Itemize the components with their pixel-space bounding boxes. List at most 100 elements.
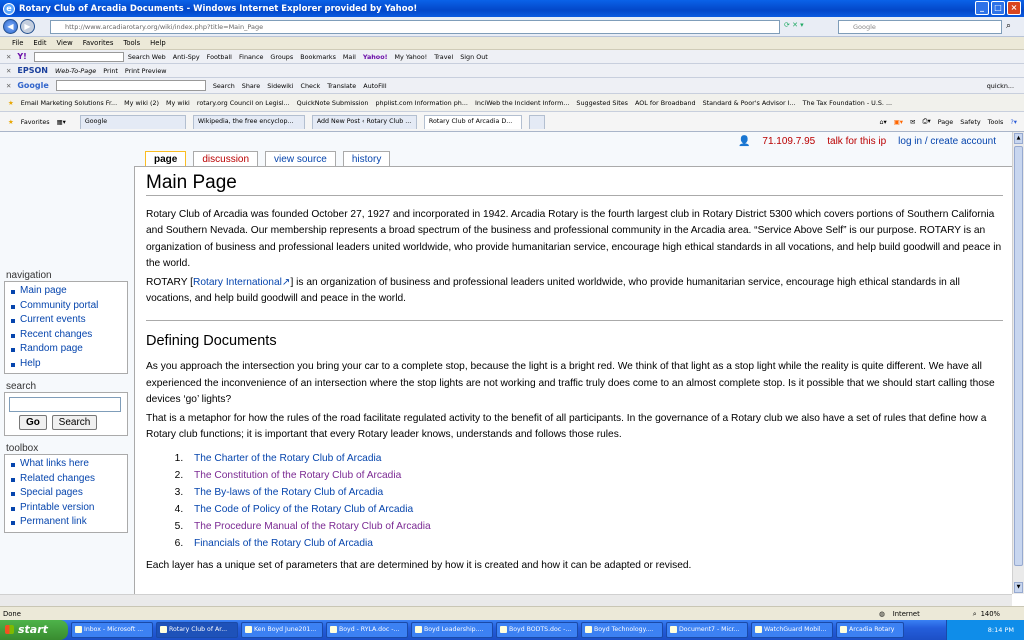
go-button[interactable]: Go <box>19 415 47 430</box>
toolbar-close-icon[interactable]: ✕ <box>6 67 11 75</box>
tab-add-new-post[interactable]: Add New Post ‹ Rotary Club ... <box>311 114 417 129</box>
nav-random-page[interactable]: Random page <box>9 342 123 357</box>
google-check-button[interactable]: Check <box>301 82 321 90</box>
feeds-icon[interactable]: ▣▾ <box>894 118 903 126</box>
search-field[interactable]: Google <box>838 20 1002 34</box>
close-button[interactable]: × <box>1007 1 1021 15</box>
taskbar-item[interactable]: Arcadia Rotary <box>836 622 904 638</box>
toolbar-travel[interactable]: Travel <box>434 53 453 61</box>
home-icon[interactable]: ⌂▾ <box>880 118 887 126</box>
talk-link[interactable]: talk for this ip <box>827 136 886 147</box>
taskbar-item[interactable]: Ken Boyd June201... <box>241 622 323 638</box>
zoom-level[interactable]: 140% <box>981 608 1000 620</box>
link-item[interactable]: InciWeb the Incident Inform... <box>475 99 569 107</box>
toolbox-permanent-link[interactable]: Permanent link <box>9 515 123 530</box>
start-button[interactable]: start <box>0 620 68 640</box>
link-item[interactable]: QuickNote Submission <box>297 99 369 107</box>
toolbar-bookmarks[interactable]: Bookmarks <box>300 53 336 61</box>
favorites-button[interactable]: Favorites <box>21 118 50 126</box>
taskbar-item[interactable]: Inbox - Microsoft ... <box>71 622 153 638</box>
doc-link-financials[interactable]: Financials of the Rotary Club of Arcadia <box>194 538 373 549</box>
toolbox-printable-version[interactable]: Printable version <box>9 501 123 516</box>
toolbar-finance[interactable]: Finance <box>239 53 263 61</box>
link-item[interactable]: Email Marketing Solutions Fr... <box>21 99 117 107</box>
cmd-safety[interactable]: Safety <box>960 118 980 126</box>
search-button[interactable]: Search <box>51 415 98 430</box>
tab-rotary-active[interactable]: Rotary Club of Arcadia D... <box>423 114 522 129</box>
quick-tabs-icon[interactable]: ▦▾ <box>57 118 66 126</box>
taskbar-item[interactable]: Document7 - Micr... <box>666 622 748 638</box>
tab-google[interactable]: Google <box>79 114 186 129</box>
web-to-page-button[interactable]: Web-To-Page <box>55 67 96 75</box>
login-link[interactable]: log in / create account <box>898 136 996 147</box>
print-icon[interactable]: ⎙▾ <box>922 117 930 126</box>
google-share-button[interactable]: Share <box>242 82 260 90</box>
toolbox-special-pages[interactable]: Special pages <box>9 486 123 501</box>
taskbar-item[interactable]: Boyd Technology.... <box>581 622 663 638</box>
menu-view[interactable]: View <box>57 39 73 47</box>
taskbar-item[interactable]: Boyd Leadership.... <box>411 622 493 638</box>
taskbar-item-active[interactable]: Rotary Club of Ar... <box>156 622 238 638</box>
google-autofill-button[interactable]: AutoFill <box>363 82 386 90</box>
toolbar-sign-out[interactable]: Sign Out <box>460 53 488 61</box>
link-item[interactable]: AOL for Broadband <box>635 99 696 107</box>
nav-recent-changes[interactable]: Recent changes <box>9 328 123 343</box>
toolbar-football[interactable]: Football <box>207 53 232 61</box>
menu-edit[interactable]: Edit <box>33 39 46 47</box>
link-item[interactable]: Standard & Poor's Advisor I... <box>703 99 796 107</box>
ip-link[interactable]: 71.109.7.95 <box>762 136 815 147</box>
toolbar-my-yahoo[interactable]: My Yahoo! <box>395 53 428 61</box>
cmd-page[interactable]: Page <box>938 118 953 126</box>
doc-link-procedure-manual[interactable]: The Procedure Manual of the Rotary Club … <box>194 521 431 532</box>
forward-button[interactable]: ▶ <box>20 19 35 34</box>
print-preview-button[interactable]: Print Preview <box>125 67 167 75</box>
taskbar-item[interactable]: Boyd - RYLA.doc -... <box>326 622 408 638</box>
link-item[interactable]: phplist.com Information ph... <box>375 99 468 107</box>
nav-main-page[interactable]: Main page <box>9 284 123 299</box>
toolbar-yahoo[interactable]: Yahoo! <box>363 53 388 61</box>
minimize-button[interactable]: _ <box>975 1 989 15</box>
scroll-down-icon[interactable]: ▼ <box>1014 582 1023 593</box>
toolbar-search-web[interactable]: Search Web <box>128 53 166 61</box>
toolbox-related-changes[interactable]: Related changes <box>9 472 123 487</box>
yahoo-search-input[interactable] <box>33 51 124 62</box>
nav-current-events[interactable]: Current events <box>9 313 123 328</box>
toolbar-close-icon[interactable]: ✕ <box>6 82 11 90</box>
tab-view-source[interactable]: view source <box>265 151 336 167</box>
cmd-tools[interactable]: Tools <box>988 118 1004 126</box>
nav-community-portal[interactable]: Community portal <box>9 299 123 314</box>
tab-page[interactable]: page <box>145 151 187 167</box>
wiki-search-input[interactable] <box>9 397 121 412</box>
address-field[interactable]: http://www.arcadiarotary.org/wiki/index.… <box>50 20 780 34</box>
toolbar-anti-spy[interactable]: Anti-Spy <box>173 53 200 61</box>
google-translate-button[interactable]: Translate <box>327 82 356 90</box>
menu-file[interactable]: File <box>12 39 23 47</box>
link-item[interactable]: rotary.org Council on Legisl... <box>197 99 290 107</box>
taskbar-item[interactable]: Boyd BODTS.doc -... <box>496 622 578 638</box>
doc-link-constitution[interactable]: The Constitution of the Rotary Club of A… <box>194 470 401 481</box>
scroll-thumb[interactable] <box>1014 146 1023 566</box>
tab-discussion[interactable]: discussion <box>193 151 259 167</box>
vertical-scrollbar[interactable]: ▲ ▼ <box>1012 132 1024 594</box>
search-go-icon[interactable]: ⌕ <box>1006 21 1011 31</box>
link-item[interactable]: Suggested Sites <box>576 99 628 107</box>
toolbox-what-links-here[interactable]: What links here <box>9 457 123 472</box>
horizontal-scrollbar[interactable] <box>0 594 1012 606</box>
refresh-stop-icons[interactable]: ⟳ ✕ ▾ <box>784 21 832 33</box>
doc-link-bylaws[interactable]: The By-laws of the Rotary Club of Arcadi… <box>194 487 383 498</box>
doc-link-charter[interactable]: The Charter of the Rotary Club of Arcadi… <box>194 453 381 464</box>
help-icon[interactable]: ?▾ <box>1010 118 1017 126</box>
link-item[interactable]: My wiki (2) <box>124 99 159 107</box>
new-tab-button[interactable] <box>528 114 545 129</box>
doc-link-code-of-policy[interactable]: The Code of Policy of the Rotary Club of… <box>194 504 413 515</box>
google-search-input[interactable] <box>55 80 206 91</box>
toolbar-groups[interactable]: Groups <box>270 53 293 61</box>
back-button[interactable]: ◀ <box>3 19 18 34</box>
read-mail-icon[interactable]: ✉ <box>910 118 915 126</box>
toolbar-mail[interactable]: Mail <box>343 53 356 61</box>
toolbar-close-icon[interactable]: ✕ <box>6 53 11 61</box>
tab-wikipedia[interactable]: Wikipedia, the free encyclop... <box>192 114 305 129</box>
nav-help[interactable]: Help <box>9 357 123 372</box>
taskbar-item[interactable]: WatchGuard Mobil... <box>751 622 833 638</box>
tab-history[interactable]: history <box>342 151 391 167</box>
